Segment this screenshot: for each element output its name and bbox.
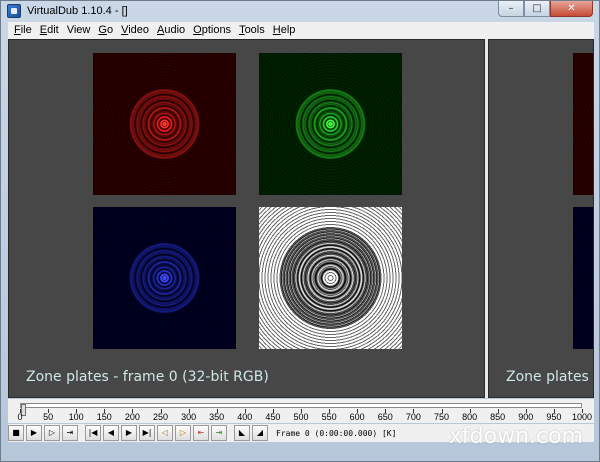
- next-frame-button[interactable]: ▶: [121, 425, 137, 441]
- timeline-tick-label: 250: [152, 412, 169, 422]
- input-video-pane[interactable]: Zone plates - frame 0 (32-bit RGB): [8, 39, 485, 398]
- close-button[interactable]: ✕: [550, 1, 593, 17]
- timeline-tick-label: 850: [490, 412, 506, 422]
- end-button[interactable]: ▶|: [139, 425, 155, 441]
- next-key-icon: ▷: [179, 428, 187, 437]
- menu-audio-label: udio: [164, 24, 186, 36]
- menu-go[interactable]: Go: [94, 22, 117, 39]
- timeline-tick-label: 200: [124, 412, 140, 422]
- play-input-button[interactable]: ▶: [26, 425, 42, 441]
- frame-status: Frame 0 (0:00:00.000) [K]: [276, 428, 397, 438]
- menu-options-mnemonic: O: [193, 24, 202, 36]
- timeline-tick-label: 0: [17, 412, 23, 422]
- timeline-tick-label: 650: [377, 412, 393, 422]
- menu-bar: File Edit View Go Video Audio Options To…: [8, 22, 594, 39]
- timeline-tick-labels: 0 50 100 150 200 250 300 350 400 450 500 550 600 650 7…: [8, 412, 594, 422]
- window-controls: – □ ✕: [498, 1, 593, 17]
- go-end-icon: ▶|: [142, 428, 152, 437]
- menu-go-mnemonic: G: [98, 24, 107, 36]
- prev-key-icon: ◁: [161, 428, 169, 437]
- menu-help[interactable]: Help: [269, 22, 300, 39]
- timeline-tick-label: 700: [405, 412, 421, 422]
- zone-plate-green: [259, 53, 402, 195]
- prev-frame-icon: ◀: [107, 428, 115, 437]
- next-scene-button[interactable]: ⇥: [211, 425, 227, 441]
- app-icon: [7, 4, 21, 18]
- title-bar[interactable]: VirtualDub 1.10.4 - [] – □ ✕: [1, 1, 599, 21]
- position-timeline[interactable]: 0 50 100 150 200 250 300 350 400 450 500 550 600 650 7…: [8, 399, 594, 423]
- timeline-tick-label: 1000: [571, 412, 593, 422]
- output-zone-plate-blue: [573, 207, 593, 349]
- menu-edit[interactable]: Edit: [36, 22, 63, 39]
- mark-out-button[interactable]: ◢: [252, 425, 268, 441]
- menu-video-label: ideo: [128, 24, 149, 36]
- play-output-icon: ▷: [48, 428, 56, 437]
- timeline-tick-label: 150: [96, 412, 112, 422]
- minimize-button[interactable]: –: [498, 1, 524, 17]
- output-pane-caption: Zone plates - frame 0 (32-bit RGB): [506, 369, 593, 385]
- mark-out-icon: ◢: [256, 428, 264, 437]
- menu-file-label: ile: [20, 24, 32, 36]
- output-zone-plate-red: [573, 53, 593, 195]
- input-pane-caption: Zone plates - frame 0 (32-bit RGB): [26, 369, 269, 385]
- timeline-tick-label: 800: [462, 412, 478, 422]
- timeline-track[interactable]: [20, 403, 582, 416]
- menu-file-mnemonic: F: [14, 24, 21, 36]
- timeline-tick-label: 950: [546, 412, 562, 422]
- start-button[interactable]: |◀: [85, 425, 101, 441]
- menu-go-label: o: [106, 24, 114, 36]
- timeline-tick-label: 50: [43, 412, 54, 422]
- timeline-tick-label: 600: [349, 412, 365, 422]
- timeline-tick-label: 100: [68, 412, 84, 422]
- timeline-tick-label: 900: [518, 412, 534, 422]
- menu-audio[interactable]: Audio: [153, 22, 189, 39]
- menu-view-label: iew: [73, 24, 91, 36]
- timeline-tick-label: 300: [181, 412, 197, 422]
- watermark: xfdown.com: [448, 424, 583, 449]
- menu-help-mnemonic: H: [272, 24, 281, 36]
- zone-plate-red: [93, 53, 236, 195]
- menu-help-label: elp: [280, 24, 296, 36]
- output-video-pane[interactable]: Zone plates - frame 0 (32-bit RGB): [488, 39, 594, 398]
- timeline-tick-label: 400: [237, 412, 253, 422]
- play-output-button[interactable]: ▷: [44, 425, 60, 441]
- scene-button[interactable]: ⇥: [62, 425, 78, 441]
- play-icon: ▶: [30, 428, 38, 437]
- prev-scene-button[interactable]: ⇤: [193, 425, 209, 441]
- stop-icon: ■: [12, 428, 20, 437]
- menu-view-mnemonic: V: [66, 24, 74, 36]
- prev-scene-icon: ⇤: [197, 428, 205, 437]
- next-key-button[interactable]: ▷: [175, 425, 191, 441]
- zone-plate-white: [259, 207, 402, 349]
- menu-tools[interactable]: Tools: [235, 22, 269, 39]
- timeline-tick-label: 550: [321, 412, 337, 422]
- menu-file[interactable]: File: [10, 22, 36, 39]
- prev-frame-button[interactable]: ◀: [103, 425, 119, 441]
- prev-key-button[interactable]: ◁: [157, 425, 173, 441]
- menu-video[interactable]: Video: [117, 22, 153, 39]
- timeline-tick-label: 450: [265, 412, 281, 422]
- timeline-tick-label: 500: [293, 412, 309, 422]
- virtualdub-window: VirtualDub 1.10.4 - [] – □ ✕ File Edit V…: [0, 0, 600, 462]
- go-start-icon: |◀: [88, 428, 98, 437]
- menu-options[interactable]: Options: [189, 22, 235, 39]
- timeline-tick-label: 750: [433, 412, 450, 422]
- menu-options-label: ptions: [201, 24, 232, 36]
- zone-plate-blue: [93, 207, 236, 349]
- maximize-button[interactable]: □: [524, 1, 550, 17]
- stop-button[interactable]: ■: [8, 425, 24, 441]
- scene-icon: ⇥: [66, 428, 74, 437]
- timeline-tick-label: 350: [209, 412, 225, 422]
- menu-view[interactable]: View: [63, 22, 95, 39]
- mark-in-button[interactable]: ◣: [234, 425, 250, 441]
- menu-edit-label: dit: [47, 24, 59, 36]
- mark-in-icon: ◣: [238, 428, 246, 437]
- window-title: VirtualDub 1.10.4 - []: [27, 5, 128, 17]
- menu-tools-label: ools: [244, 24, 265, 36]
- next-frame-icon: ▶: [125, 428, 133, 437]
- next-scene-icon: ⇥: [215, 428, 223, 437]
- client-area: Zone plates - frame 0 (32-bit RGB) Zone …: [8, 39, 594, 398]
- menu-edit-mnemonic: E: [39, 24, 48, 36]
